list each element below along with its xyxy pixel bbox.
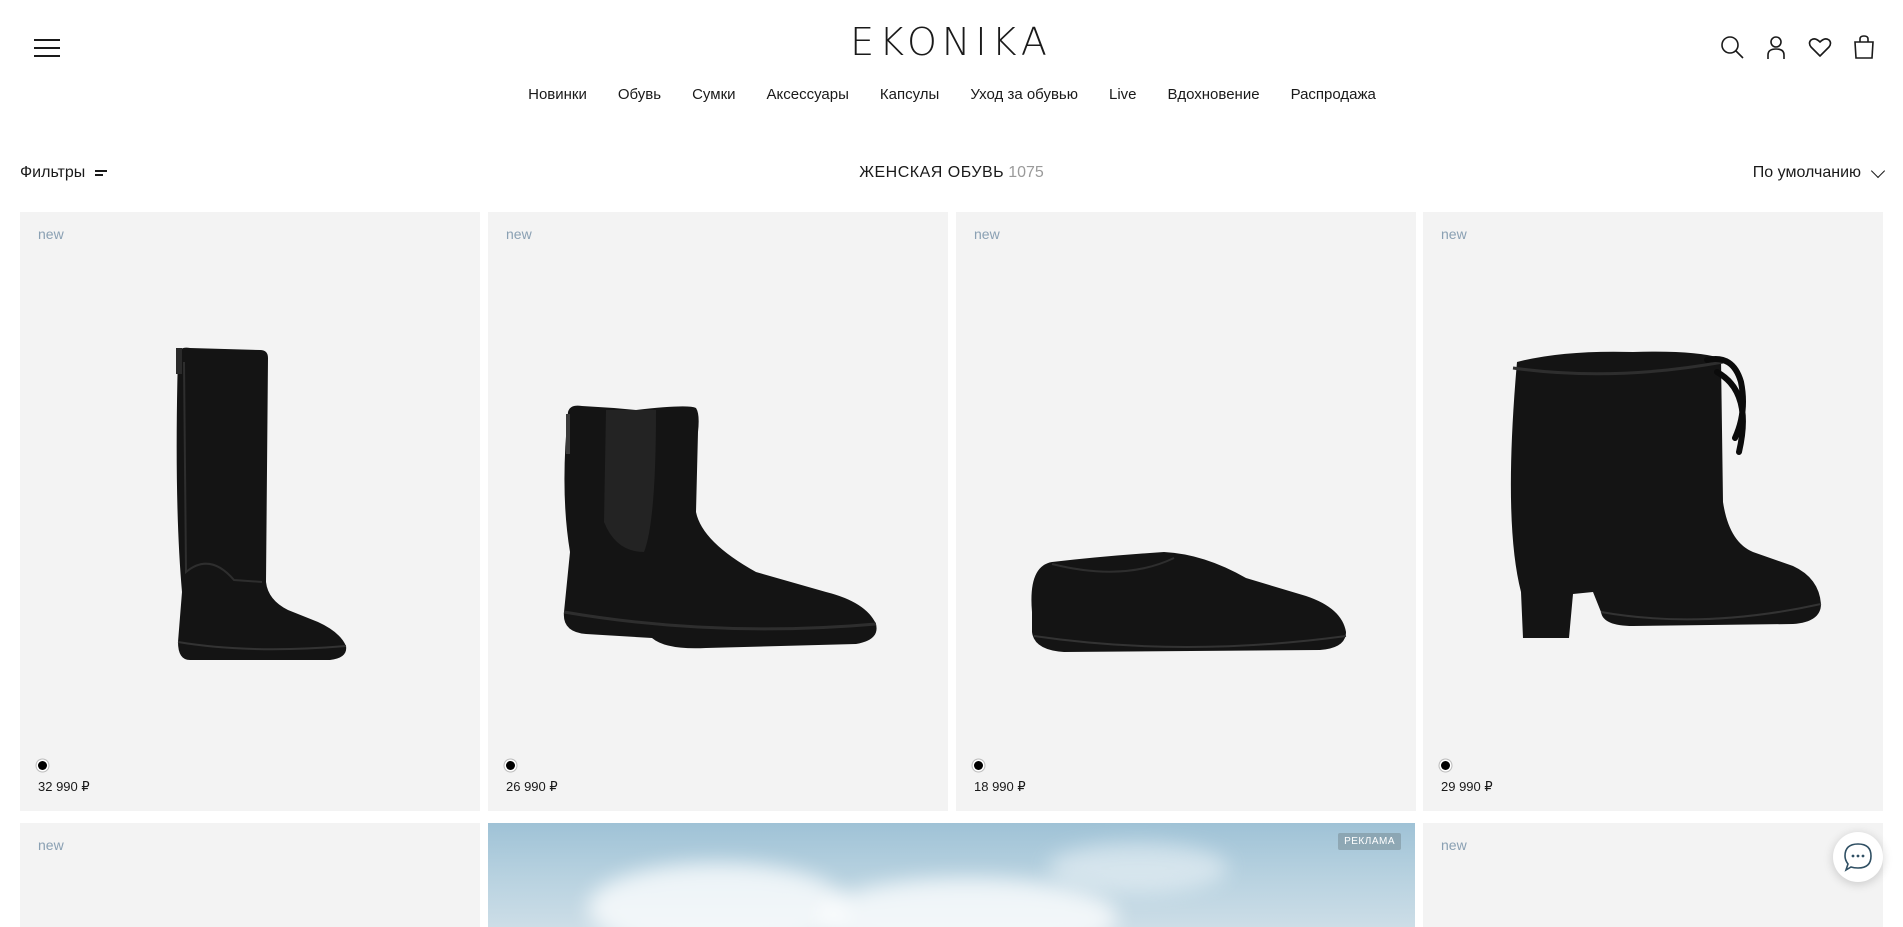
chevron-down-icon <box>1870 163 1886 178</box>
sort-select[interactable]: По умолчанию <box>1752 163 1886 182</box>
new-badge: new <box>38 837 64 853</box>
new-badge: new <box>1441 226 1467 242</box>
product-card[interactable]: new <box>1423 823 1883 927</box>
main-nav: Новинки Обувь Сумки Аксессуары Капсулы У… <box>0 84 1903 106</box>
product-card[interactable]: new <box>20 823 480 927</box>
heart-icon[interactable] <box>1807 32 1833 62</box>
ad-banner[interactable]: РЕКЛАМА <box>488 823 1415 927</box>
sort-label: По умолчанию <box>1752 164 1861 181</box>
product-price: 18 990 ₽ <box>974 779 1026 794</box>
product-card[interactable]: new 18 990 ₽ <box>956 212 1416 811</box>
banner-cloud <box>588 863 848 927</box>
color-swatch[interactable] <box>38 761 47 770</box>
product-card[interactable]: new 32 990 ₽ <box>20 212 480 811</box>
nav-item-live[interactable]: Live <box>1108 84 1137 106</box>
product-card[interactable]: new 29 990 ₽ <box>1423 212 1883 811</box>
header: EKONIKA Новинки Обувь Сумки Аксессуары К… <box>0 0 1903 120</box>
nav-item-shoe-care[interactable]: Уход за обувью <box>969 84 1078 106</box>
page-title: ЖЕНСКАЯ ОБУВЬ 1075 <box>0 164 1903 182</box>
svg-text:EKONIKA: EKONIKA <box>850 22 1052 62</box>
search-icon[interactable] <box>1719 32 1745 62</box>
nav-item-sale[interactable]: Распродажа <box>1290 84 1376 106</box>
nav-item-bags[interactable]: Сумки <box>691 84 735 106</box>
product-price: 29 990 ₽ <box>1441 779 1493 794</box>
color-swatch[interactable] <box>974 761 983 770</box>
chat-button[interactable] <box>1833 832 1883 882</box>
page-title-text: ЖЕНСКАЯ ОБУВЬ <box>859 164 1005 181</box>
product-image-flat <box>1031 552 1347 652</box>
logo[interactable]: EKONIKA <box>820 20 1083 64</box>
menu-icon[interactable] <box>34 37 60 59</box>
catalog-toolbar: Фильтры ЖЕНСКАЯ ОБУВЬ 1075 По умолчанию <box>0 160 1903 190</box>
product-count: 1075 <box>1008 164 1044 181</box>
product-image-drawstring-boot <box>1510 351 1822 638</box>
logo-mark: EKONIKA <box>850 20 1052 64</box>
banner-cloud <box>1048 843 1228 893</box>
color-swatch[interactable] <box>506 761 515 770</box>
color-swatch[interactable] <box>1441 761 1450 770</box>
nav-item-new[interactable]: Новинки <box>527 84 587 106</box>
nav-item-inspiration[interactable]: Вдохновение <box>1167 84 1260 106</box>
product-price: 32 990 ₽ <box>38 779 90 794</box>
product-image-tall-boot <box>176 347 347 660</box>
header-actions <box>1719 32 1877 62</box>
product-card[interactable]: new 26 990 ₽ <box>488 212 948 811</box>
ad-label: РЕКЛАМА <box>1338 833 1401 850</box>
new-badge: new <box>506 226 532 242</box>
product-image-chelsea-boot <box>563 405 877 649</box>
nav-item-capsules[interactable]: Капсулы <box>879 84 939 106</box>
nav-item-accessories[interactable]: Аксессуары <box>766 84 849 106</box>
new-badge: new <box>974 226 1000 242</box>
nav-item-shoes[interactable]: Обувь <box>617 84 661 106</box>
chat-icon <box>1844 843 1872 872</box>
product-price: 26 990 ₽ <box>506 779 558 794</box>
account-icon[interactable] <box>1763 32 1789 62</box>
bag-icon[interactable] <box>1851 32 1877 62</box>
new-badge: new <box>1441 837 1467 853</box>
new-badge: new <box>38 226 64 242</box>
